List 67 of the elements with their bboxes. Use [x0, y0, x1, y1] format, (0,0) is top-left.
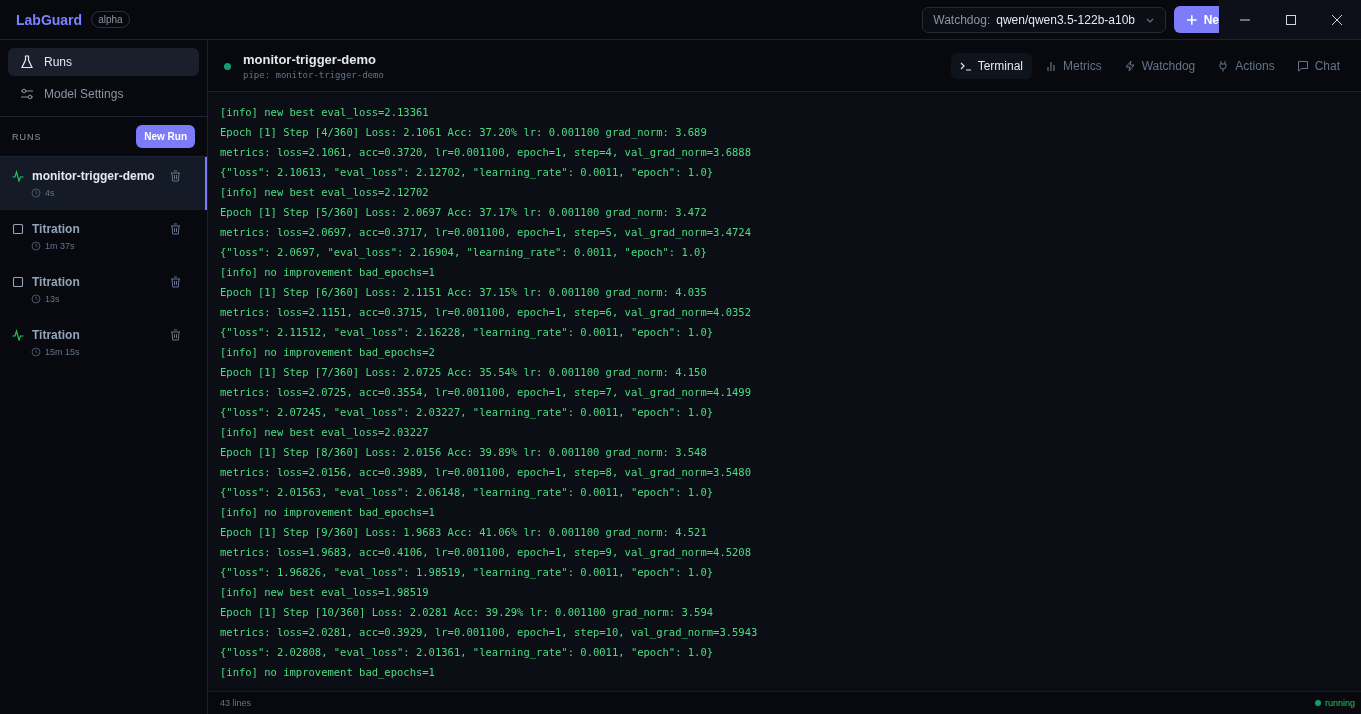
log-line: [info] no improvement bad_epochs=2 — [220, 345, 436, 361]
clock-icon — [31, 294, 41, 304]
run-duration: 4s — [45, 188, 55, 198]
clock-icon — [31, 347, 41, 357]
log-line: [info] new best eval_loss=2.03227 — [220, 425, 430, 441]
log-line: [info] new best eval_loss=2.12702 — [220, 185, 430, 201]
log-line: Epoch [1] Step [4/360] Loss: 2.1061 Acc: 37.20% lr: 0.001100 grad_norm: 3.689 — [220, 125, 708, 141]
trash-icon[interactable] — [170, 329, 181, 341]
log-line: metrics: loss=2.1151, acc=0.3715, lr=0.001100, epoch=1, step=6, val_grad_norm=4.0352 — [220, 305, 752, 321]
log-line: [info] no improvement bad_epochs=1 — [220, 505, 436, 521]
log-line: Epoch [1] Step [5/360] Loss: 2.0697 Acc: 37.17% lr: 0.001100 grad_norm: 3.472 — [220, 205, 708, 221]
run-duration: 13s — [45, 294, 60, 304]
log-line: Epoch [1] Step [7/360] Loss: 2.0725 Acc: 35.54% lr: 0.001100 grad_norm: 4.150 — [220, 365, 708, 381]
log-line: {"loss": 2.02808, "eval_loss": 2.01361, "learning_rate": 0.0011, "epoch": 1.0} — [220, 645, 715, 661]
log-line: [info] no improvement bad_epochs=1 — [220, 665, 436, 681]
clock-icon — [31, 241, 41, 251]
log-line: Epoch [1] Step [6/360] Loss: 2.1151 Acc: 37.15% lr: 0.001100 grad_norm: 4.035 — [220, 285, 708, 301]
log-line: Epoch [1] Step [8/360] Loss: 2.0156 Acc: 39.89% lr: 0.001100 grad_norm: 3.548 — [220, 445, 708, 461]
tab[interactable]: Chat — [1287, 52, 1349, 79]
nav-item[interactable]: Model Settings — [8, 80, 199, 108]
tab[interactable]: Watchdog — [1114, 52, 1205, 79]
log-line: {"loss": 2.0697, "eval_loss": 2.16904, "learning_rate": 0.0011, "epoch": 1.0} — [220, 245, 708, 261]
run-item[interactable]: monitor-trigger-demo 4s — [0, 157, 207, 210]
log-line: {"loss": 2.01563, "eval_loss": 2.06148, "learning_rate": 0.0011, "epoch": 1.0} — [220, 485, 715, 501]
log-line: {"loss": 2.11512, "eval_loss": 2.16228, "learning_rate": 0.0011, "epoch": 1.0} — [220, 325, 715, 341]
log-line: [info] new best eval_loss=1.98519 — [220, 585, 430, 601]
log-line: metrics: loss=2.0156, acc=0.3989, lr=0.001100, epoch=1, step=8, val_grad_norm=3.5480 — [220, 465, 752, 481]
run-name: monitor-trigger-demo — [32, 169, 156, 183]
status-dot — [224, 63, 231, 70]
log-line: {"loss": 1.96826, "eval_loss": 1.98519, "learning_rate": 0.0011, "epoch": 1.0} — [220, 565, 715, 581]
run-status: running — [1314, 698, 1355, 708]
log-line: metrics: loss=2.1061, acc=0.3720, lr=0.001100, epoch=1, step=4, val_grad_norm=3.6888 — [220, 145, 752, 161]
watchdog-model-dropdown[interactable]: Watchdog: qwen/qwen3.5-122b-a10b — [922, 6, 1166, 33]
run-duration: 1m 37s — [45, 241, 75, 251]
log-line: Epoch [1] Step [10/360] Loss: 2.0281 Acc: 39.29% lr: 0.001100 grad_norm: 3.594 — [220, 605, 715, 621]
run-duration: 15m 15s — [45, 347, 80, 357]
log-line: metrics: loss=1.9683, acc=0.4106, lr=0.001100, epoch=1, step=9, val_grad_norm=4.5208 — [220, 545, 752, 561]
nav-item[interactable]: Runs — [8, 48, 199, 76]
log-line: {"loss": 2.10613, "eval_loss": 2.12702, "learning_rate": 0.0011, "epoch": 1.0} — [220, 165, 715, 181]
maximize-icon[interactable] — [1285, 13, 1297, 26]
log-line: metrics: loss=2.0725, acc=0.3554, lr=0.001100, epoch=1, step=7, val_grad_norm=4.1499 — [220, 385, 752, 401]
pipe-label: pipe: monitor-trigger-demo — [243, 69, 385, 80]
log-line: metrics: loss=2.0697, acc=0.3717, lr=0.001100, epoch=1, step=5, val_grad_norm=3.4724 — [220, 225, 752, 241]
run-name: Titration — [32, 275, 81, 289]
log-line: [info] no improvement bad_epochs=1 — [220, 265, 436, 281]
tab[interactable]: Terminal — [950, 52, 1032, 79]
log-line: [info] new best eval_loss=2.13361 — [220, 105, 430, 121]
trash-icon[interactable] — [170, 170, 181, 182]
line-count: 43 lines — [220, 698, 252, 708]
run-name: Titration — [32, 328, 81, 342]
clock-icon — [31, 188, 41, 198]
trash-icon[interactable] — [170, 276, 181, 288]
log-line: {"loss": 2.07245, "eval_loss": 2.03227, "learning_rate": 0.0011, "epoch": 1.0} — [220, 405, 715, 421]
close-icon[interactable] — [1331, 13, 1343, 26]
run-item[interactable]: Titration 13s — [0, 263, 207, 316]
trash-icon[interactable] — [170, 223, 181, 235]
tab[interactable]: Metrics — [1036, 52, 1111, 79]
tab[interactable]: Actions — [1208, 52, 1284, 79]
run-title: monitor-trigger-demo — [243, 51, 377, 67]
plus-icon — [1186, 13, 1198, 26]
run-name: Titration — [32, 222, 81, 236]
run-item[interactable]: Titration 15m 15s — [0, 316, 207, 369]
section-title: RUNS — [12, 131, 42, 142]
log-line: Epoch [1] Step [9/360] Loss: 1.9683 Acc: 41.06% lr: 0.001100 grad_norm: 4.521 — [220, 525, 708, 541]
app-logo: LabGuard — [16, 11, 83, 28]
run-item[interactable]: Titration 1m 37s — [0, 210, 207, 263]
log-line: metrics: loss=2.0281, acc=0.3929, lr=0.001100, epoch=1, step=10, val_grad_norm=3.5943 — [220, 625, 759, 641]
